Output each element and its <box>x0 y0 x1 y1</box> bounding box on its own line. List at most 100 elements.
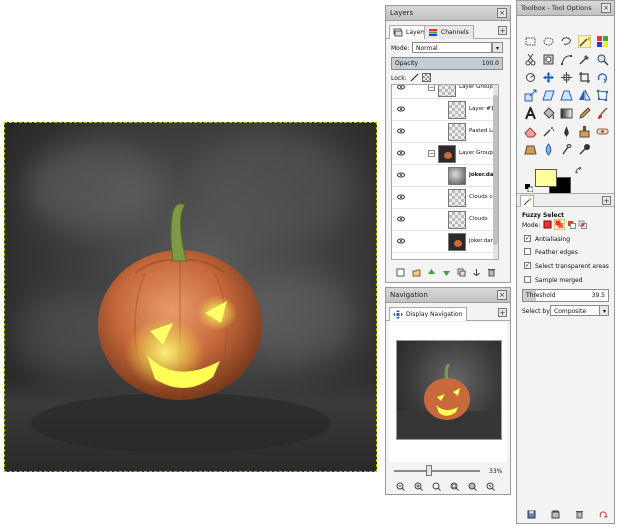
eye-icon[interactable] <box>397 194 405 200</box>
mode-subtract-icon[interactable] <box>567 220 576 229</box>
duplicate-layer-icon[interactable] <box>457 268 466 277</box>
bucket-fill-icon[interactable] <box>542 107 555 120</box>
image-canvas-area[interactable] <box>0 0 384 528</box>
layer-row[interactable]: Clouds <box>392 209 498 231</box>
measure-icon[interactable] <box>524 71 537 84</box>
layers-list[interactable]: − Layer Group Layer #1 Pasted La − Layer… <box>391 84 499 260</box>
tab-display-navigation[interactable]: Display Navigation <box>389 307 468 321</box>
eye-icon[interactable] <box>397 238 405 244</box>
perspective-icon[interactable] <box>560 89 573 102</box>
layers-titlebar[interactable]: Layers × <box>386 6 510 21</box>
layer-row[interactable]: Clouds co <box>392 187 498 209</box>
new-group-icon[interactable] <box>412 268 421 277</box>
cage-transform-icon[interactable] <box>596 89 609 102</box>
zoom-in-icon[interactable] <box>414 482 423 491</box>
shrink-wrap-icon[interactable] <box>486 482 495 491</box>
clone-icon[interactable] <box>578 125 591 138</box>
navigation-preview-area[interactable] <box>389 322 507 462</box>
layer-row[interactable]: joker.dar <box>392 231 498 253</box>
layer-row[interactable]: Pasted La <box>392 121 498 143</box>
select-by-color-icon[interactable] <box>596 35 609 48</box>
eye-icon[interactable] <box>397 172 405 178</box>
mode-intersect-icon[interactable] <box>578 220 587 229</box>
blur-sharpen-icon[interactable] <box>542 143 555 156</box>
airbrush-icon[interactable] <box>542 125 555 138</box>
ink-icon[interactable] <box>560 125 573 138</box>
select-by-dropdown[interactable]: Composite <box>550 305 600 316</box>
opacity-slider[interactable]: Opacity 100.0 <box>391 57 503 70</box>
chevron-down-icon[interactable]: ▾ <box>492 42 503 53</box>
lock-alpha-icon[interactable] <box>422 73 431 82</box>
layers-scrollbar[interactable] <box>493 85 498 259</box>
pencil-icon[interactable] <box>578 107 591 120</box>
flip-icon[interactable] <box>578 89 591 102</box>
scrollbar-thumb[interactable] <box>493 95 498 245</box>
eye-icon[interactable] <box>397 216 405 222</box>
mode-select[interactable]: Normal <box>412 42 492 53</box>
toolbox-titlebar[interactable]: Toolbox - Tool Options × <box>517 1 614 16</box>
zoom-out-icon[interactable] <box>396 482 405 491</box>
layer-row[interactable]: Layer #1 <box>392 99 498 121</box>
tab-menu-icon[interactable]: + <box>498 308 507 317</box>
mode-replace-icon[interactable] <box>543 220 552 229</box>
lasso-select-icon[interactable] <box>560 35 573 48</box>
layer-row[interactable]: − Layer Group <box>392 85 498 99</box>
crop-icon[interactable] <box>578 71 591 84</box>
new-layer-icon[interactable] <box>396 268 405 277</box>
select-transparent-checkbox[interactable]: ✓ <box>524 262 531 269</box>
scale-icon[interactable] <box>524 89 537 102</box>
foreground-color-swatch-top[interactable] <box>535 169 557 187</box>
eraser-icon[interactable] <box>524 125 537 138</box>
dodge-burn-icon[interactable] <box>578 143 591 156</box>
close-icon[interactable]: × <box>497 290 507 300</box>
close-icon[interactable]: × <box>601 3 611 13</box>
heal-icon[interactable] <box>596 125 609 138</box>
move-icon[interactable] <box>542 71 555 84</box>
rotate-icon[interactable] <box>596 71 609 84</box>
layer-row[interactable]: joker.dar <box>392 165 498 187</box>
lower-layer-icon[interactable] <box>442 268 451 277</box>
eye-icon[interactable] <box>397 128 405 134</box>
raise-layer-icon[interactable] <box>427 268 436 277</box>
eye-icon[interactable] <box>397 150 405 156</box>
fuzzy-select-icon[interactable] <box>578 35 591 48</box>
foreground-select-icon[interactable] <box>542 53 555 66</box>
reset-options-icon[interactable] <box>599 510 608 519</box>
close-icon[interactable]: × <box>497 8 507 18</box>
threshold-slider[interactable]: Threshold 39.5 <box>522 289 609 302</box>
scissors-icon[interactable] <box>524 53 537 66</box>
zoom-1-1-icon[interactable] <box>432 482 441 491</box>
navigation-titlebar[interactable]: Navigation × <box>386 288 510 303</box>
paths-icon[interactable] <box>560 53 573 66</box>
zoom-slider-handle[interactable] <box>426 465 432 476</box>
save-options-icon[interactable] <box>527 510 536 519</box>
tab-menu-icon[interactable]: + <box>498 26 507 35</box>
chevron-down-icon[interactable]: ▾ <box>599 305 609 316</box>
default-colors-icon[interactable] <box>525 184 533 192</box>
expander-icon[interactable]: − <box>428 85 435 91</box>
zoom-fit-icon[interactable] <box>450 482 459 491</box>
sample-merged-checkbox[interactable] <box>524 276 531 283</box>
zoom-fill-icon[interactable] <box>468 482 477 491</box>
image-canvas[interactable] <box>4 122 377 472</box>
align-icon[interactable] <box>560 71 573 84</box>
paintbrush-icon[interactable] <box>596 107 609 120</box>
perspective-clone-icon[interactable] <box>524 143 537 156</box>
smudge-icon[interactable] <box>560 143 573 156</box>
tab-channels[interactable]: Channels <box>424 25 474 39</box>
expander-icon[interactable]: − <box>428 150 435 157</box>
text-tool-icon[interactable] <box>524 107 537 120</box>
delete-layer-icon[interactable] <box>487 268 496 277</box>
tab-tool-options[interactable] <box>520 195 534 207</box>
swap-colors-icon[interactable] <box>575 167 583 175</box>
color-picker-icon[interactable] <box>578 53 591 66</box>
feather-edges-checkbox[interactable] <box>524 248 531 255</box>
delete-options-icon[interactable] <box>575 510 584 519</box>
anchor-layer-icon[interactable] <box>472 268 481 277</box>
ellipse-select-icon[interactable] <box>542 35 555 48</box>
tab-menu-icon[interactable]: + <box>602 196 611 205</box>
shear-icon[interactable] <box>542 89 555 102</box>
eye-icon[interactable] <box>397 106 405 112</box>
blend-gradient-icon[interactable] <box>560 107 573 120</box>
zoom-slider-track[interactable] <box>394 470 480 472</box>
